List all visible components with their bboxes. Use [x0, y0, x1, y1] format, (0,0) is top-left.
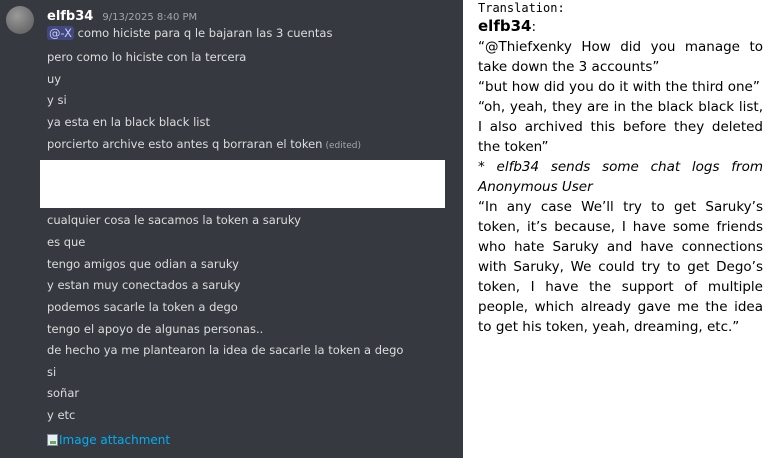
translation-username: elfb34 [478, 17, 532, 35]
translation-line: “oh, yeah, they are in the black black l… [478, 99, 763, 155]
image-attachment-link[interactable]: Image attachment [47, 433, 170, 447]
user-mention[interactable]: @-X [47, 26, 74, 40]
avatar[interactable] [6, 6, 34, 34]
chat-message: es que [47, 235, 86, 249]
chat-message: y si [47, 93, 67, 107]
redacted-embed [40, 160, 445, 208]
chat-message: porcierto archive esto antes q borraran … [47, 136, 361, 154]
username[interactable]: elfb34 [47, 9, 93, 24]
chat-message: uy [47, 72, 62, 86]
message-text: como hiciste para q le bajaran las 3 cue… [77, 26, 333, 40]
translation-title: Translation: [478, 1, 565, 15]
edited-indicator: (edited) [325, 141, 361, 151]
broken-image-icon [47, 434, 58, 446]
message-header: elfb34 9/13/2025 8:40 PM [47, 5, 197, 24]
chat-message: tengo amigos que odian a saruky [47, 257, 239, 271]
chat-message: tengo el apoyo de algunas personas.. [47, 322, 264, 336]
chat-message: de hecho ya me plantearon la idea de sac… [47, 343, 404, 357]
chat-message: pero como lo hiciste con la tercera [47, 50, 247, 64]
chat-message: y etc [47, 408, 76, 422]
translation-closing: “In any case We’ll try to get Saruky’s t… [478, 199, 763, 335]
attachment-label[interactable]: Image attachment [59, 433, 170, 447]
translation-username-colon: : [531, 19, 537, 35]
chat-message: y estan muy conectados a saruky [47, 278, 241, 292]
translation-line: “@Thiefxenky How did you manage to take … [478, 39, 763, 75]
translation-panel: Translation: elfb34: “@Thiefxenky How di… [478, 0, 763, 458]
message-text: porcierto archive esto antes q borraran … [47, 137, 323, 151]
chat-message: ya esta en la black black list [47, 115, 210, 129]
timestamp: 9/13/2025 8:40 PM [102, 12, 198, 23]
translation-speaker: elfb34: [478, 16, 763, 37]
chat-message: podemos sacarle la token a dego [47, 300, 238, 314]
chat-message: cualquier cosa le sacamos la token a sar… [47, 213, 301, 227]
translation-line: “but how did you do it with the third on… [478, 79, 760, 95]
chat-message: si [47, 365, 57, 379]
chat-message: soñar [47, 386, 80, 400]
chat-message: @-X como hiciste para q le bajaran las 3… [47, 25, 332, 41]
translation-action: * elfb34 sends some chat logs from Anony… [478, 159, 763, 195]
chat-panel: elfb34 9/13/2025 8:40 PM @-X como hicist… [0, 0, 463, 458]
